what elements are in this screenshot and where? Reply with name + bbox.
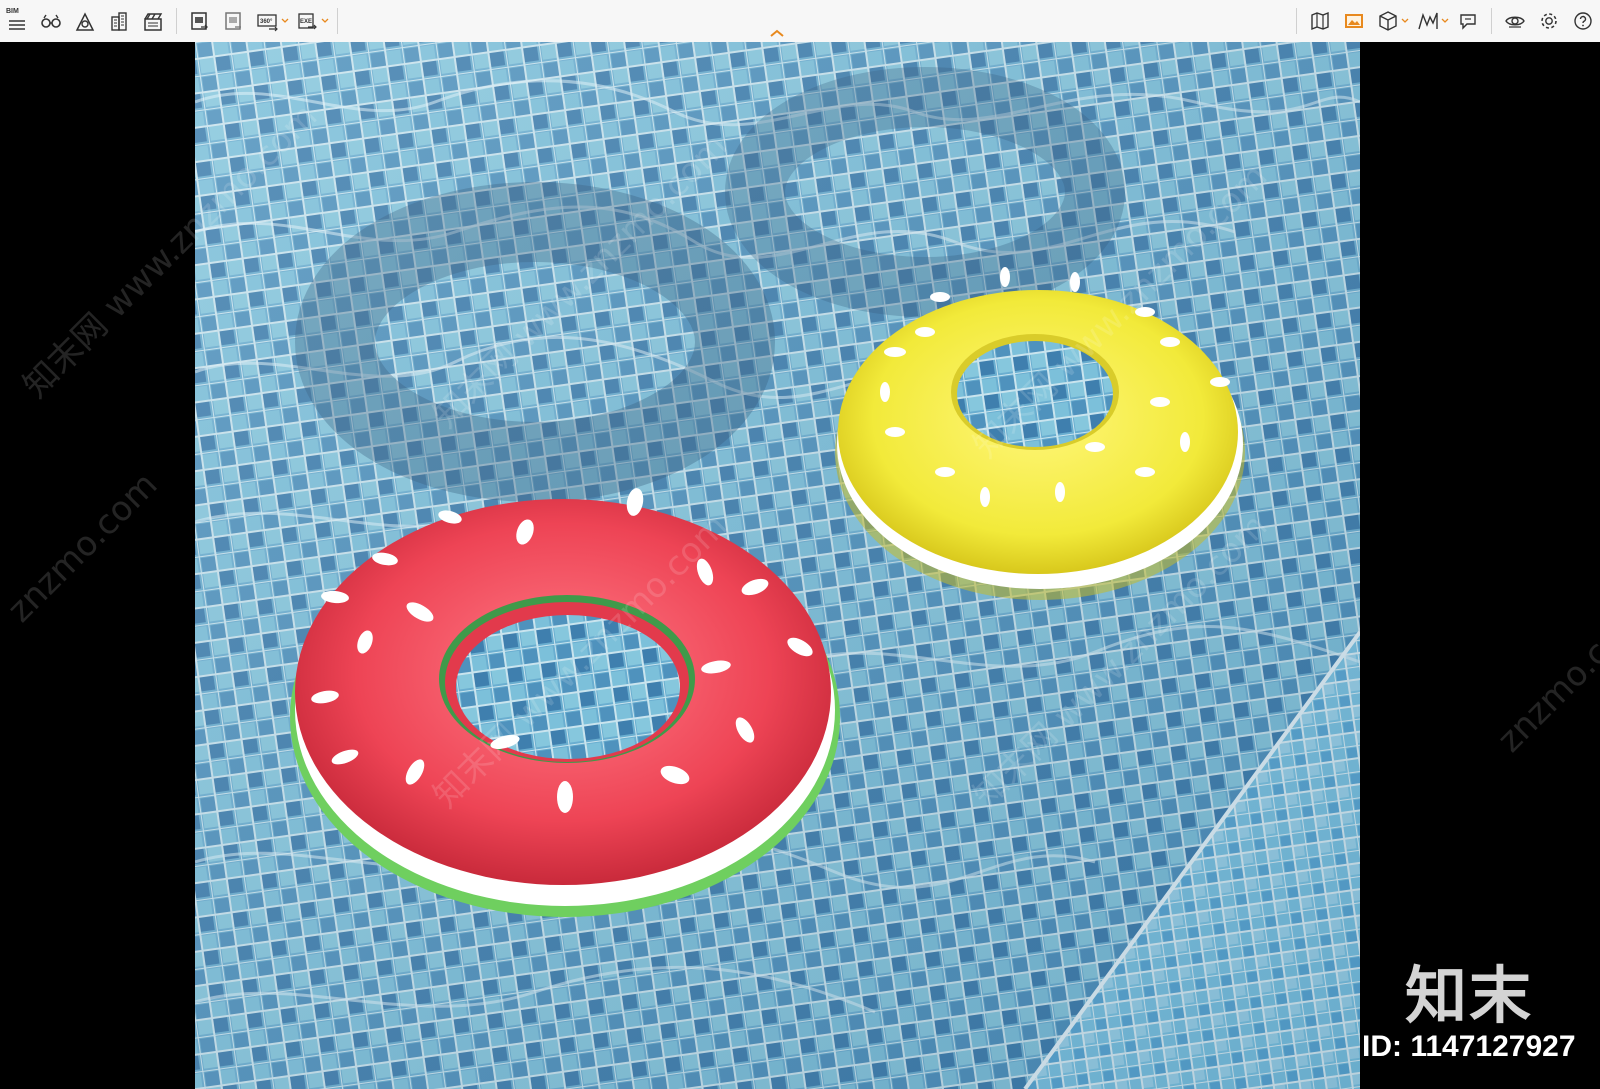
eye-visibility-icon[interactable]: [1502, 8, 1528, 34]
cube-view-icon[interactable]: [1375, 8, 1401, 34]
house-model-icon[interactable]: [72, 8, 98, 34]
svg-text:EXE: EXE: [300, 19, 312, 25]
chevron-down-icon[interactable]: [1401, 8, 1409, 34]
chevron-down-icon[interactable]: [1441, 8, 1449, 34]
watermark-text: znzmo.com: [1490, 594, 1600, 761]
collapse-toolbar-chevron-icon[interactable]: [769, 28, 785, 38]
view-glasses-icon[interactable]: [38, 8, 64, 34]
image-gallery-icon[interactable]: [1341, 8, 1367, 34]
map-book-icon[interactable]: [1307, 8, 1333, 34]
help-icon[interactable]: [1570, 8, 1596, 34]
toolbar-separator: [176, 8, 177, 34]
brand-id-label: ID: 1147127927: [1362, 1030, 1576, 1063]
watermark-text: znzmo.com: [0, 464, 166, 631]
bim-menu-icon[interactable]: BIM: [4, 8, 30, 34]
render-export-icon[interactable]: [187, 8, 213, 34]
chat-cube-icon[interactable]: [1455, 8, 1481, 34]
brand-logo: 知末: [1405, 959, 1534, 1032]
exe-export-icon[interactable]: EXE: [295, 8, 321, 34]
building-icon[interactable]: [106, 8, 132, 34]
pool-scene: [195, 42, 1360, 1089]
toolbar-right-group: [1290, 0, 1600, 42]
bim-label: BIM: [6, 8, 19, 15]
mountains-icon[interactable]: [1415, 8, 1441, 34]
toolbar-separator: [337, 8, 338, 34]
toolbar-left-group: BIM 360° EXE: [0, 0, 344, 42]
chevron-down-icon[interactable]: [321, 8, 329, 34]
sheet-export-icon[interactable]: [221, 8, 247, 34]
panorama-360-icon[interactable]: 360°: [255, 8, 281, 34]
chevron-down-icon[interactable]: [281, 8, 289, 34]
toolbar-separator: [1296, 8, 1297, 34]
settings-gear-icon[interactable]: [1536, 8, 1562, 34]
clapperboard-icon[interactable]: [140, 8, 166, 34]
toolbar-separator: [1491, 8, 1492, 34]
top-toolbar: BIM 360° EXE: [0, 0, 1600, 43]
render-viewport[interactable]: 知末网 www.znzmo.com znzmo.com 知末网 www.znzm…: [0, 42, 1600, 1089]
svg-text:360°: 360°: [260, 19, 273, 25]
render-image: [195, 42, 1360, 1089]
